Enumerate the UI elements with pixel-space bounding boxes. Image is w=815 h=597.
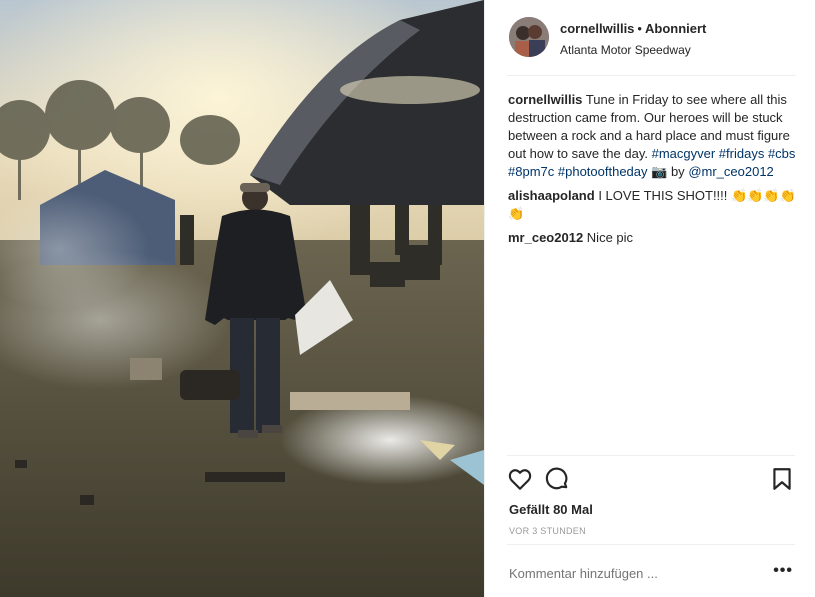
comments-list: cornellwillis Tune in Friday to see wher…	[508, 91, 798, 253]
camera-icon: 📷	[651, 164, 668, 179]
comment-text: Nice pic	[586, 230, 634, 245]
hashtag-photooftheday[interactable]: #photooftheday	[558, 164, 648, 179]
likes-count[interactable]: Gefällt 80 Mal	[509, 502, 593, 517]
post-sidebar: cornellwillis • Abonniert Atlanta Motor Sp…	[484, 0, 815, 597]
caption-by: by	[670, 164, 685, 179]
avatar[interactable]	[509, 17, 549, 57]
hashtag-8pm7c[interactable]: #8pm7c	[508, 164, 554, 179]
comment-username[interactable]: alishaapoland	[508, 188, 595, 203]
list-item: alishaapoland I LOVE THIS SHOT!!!! 👏👏👏👏👏	[508, 187, 798, 223]
post-photo-image	[0, 0, 484, 597]
heart-icon[interactable]	[507, 466, 533, 492]
post-location[interactable]: Atlanta Motor Speedway	[560, 43, 706, 57]
caption-username[interactable]: cornellwillis	[508, 92, 582, 107]
post-timestamp: VOR 3 STUNDEN	[509, 526, 586, 536]
hashtag-macgyver[interactable]: #macgyver	[652, 146, 716, 161]
post-header: cornellwillis • Abonniert Atlanta Motor Sp…	[485, 0, 815, 76]
header-divider	[507, 75, 796, 76]
instagram-post: cornellwillis • Abonniert Atlanta Motor Sp…	[0, 0, 815, 597]
caption: cornellwillis Tune in Friday to see wher…	[508, 91, 798, 181]
header-text: cornellwillis • Abonniert Atlanta Motor Sp…	[560, 20, 706, 57]
list-item: mr_ceo2012 Nice pic	[508, 229, 798, 247]
comment-bubble-icon-svg	[545, 467, 568, 490]
bookmark-icon[interactable]	[769, 466, 795, 492]
heart-icon-svg	[508, 469, 532, 490]
comment-divider	[507, 544, 795, 545]
post-actions: Gefällt 80 Mal VOR 3 STUNDEN •••	[507, 455, 795, 596]
hashtag-cbs[interactable]: #cbs	[768, 146, 795, 161]
header-username[interactable]: cornellwillis	[560, 21, 634, 36]
follow-status-button[interactable]: Abonniert	[645, 21, 706, 36]
hashtag-fridays[interactable]: #fridays	[719, 146, 765, 161]
post-photo[interactable]	[0, 0, 484, 597]
mention-link[interactable]: @mr_ceo2012	[688, 164, 773, 179]
comment-input[interactable]	[509, 566, 749, 581]
comment-username[interactable]: mr_ceo2012	[508, 230, 583, 245]
bookmark-icon-svg	[773, 468, 791, 490]
header-separator: •	[637, 21, 642, 36]
comment-bubble-icon[interactable]	[544, 466, 570, 492]
avatar-image	[509, 17, 549, 57]
more-options-button[interactable]: •••	[773, 562, 793, 580]
